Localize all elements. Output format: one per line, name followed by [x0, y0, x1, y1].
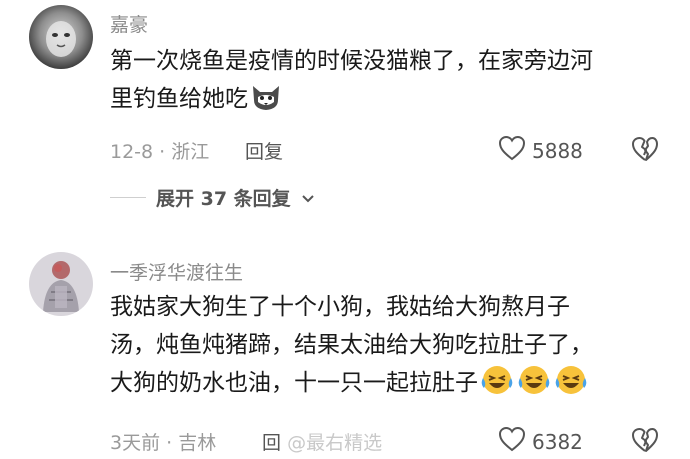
broken-heart-icon [632, 137, 658, 161]
username[interactable]: 嘉豪 [110, 10, 148, 37]
comment-2: 一季浮华渡往生 我姑家大狗生了十个小狗，我姑给大狗熬月子 汤，炖鱼炖猪蹄，结果太… [0, 230, 690, 459]
reply-button[interactable]: 回复 [245, 137, 283, 164]
watermark: @最右精选 [287, 432, 383, 454]
like-count: 5888 [532, 138, 583, 163]
comment-line: 汤，炖鱼炖猪蹄，结果太油给大狗吃拉肚子了， [110, 332, 593, 358]
comment-text: 我姑家大狗生了十个小狗，我姑给大狗熬月子 汤，炖鱼炖猪蹄，结果太油给大狗吃拉肚子… [110, 288, 593, 408]
reply-button[interactable]: 回 @最右精选 [262, 428, 382, 455]
like-count: 6382 [532, 429, 583, 454]
heart-outline-icon [498, 135, 526, 166]
comment-line-with-emoji: 里钓鱼给她吃 [110, 80, 593, 124]
laughing-crying-emoji [480, 364, 590, 408]
avatar[interactable] [29, 252, 93, 316]
time-location: 12-8 · 浙江 [110, 141, 210, 163]
divider-line [110, 197, 146, 198]
comment-line: 第一次烧鱼是疫情的时候没猫粮了，在家旁边河 [110, 48, 593, 74]
comment-line: 我姑家大狗生了十个小狗，我姑给大狗熬月子 [110, 294, 570, 320]
username[interactable]: 一季浮华渡往生 [110, 258, 243, 285]
cat-face-emoji [250, 82, 282, 124]
expand-replies-label: 展开 37 条回复 [156, 188, 291, 210]
comment-line: 大狗的奶水也油，十一只一起拉肚子 [110, 370, 478, 396]
chevron-down-icon [301, 187, 315, 209]
comment-line-with-emoji: 大狗的奶水也油，十一只一起拉肚子 [110, 364, 593, 408]
expand-replies-button[interactable]: 展开 37 条回复 [110, 184, 315, 211]
like-button[interactable]: 6382 [498, 426, 583, 457]
comment-line: 里钓鱼给她吃 [110, 86, 248, 112]
comment-1: 嘉豪 第一次烧鱼是疫情的时候没猫粮了，在家旁边河 里钓鱼给她吃 12-8 · 浙… [0, 0, 690, 230]
avatar[interactable] [29, 5, 93, 69]
reply-label: 回 [262, 432, 282, 454]
broken-heart-icon [632, 428, 658, 452]
dislike-button[interactable] [630, 426, 660, 458]
like-button[interactable]: 5888 [498, 135, 583, 166]
dislike-button[interactable] [630, 135, 660, 167]
heart-outline-icon [498, 426, 526, 457]
time-location: 3天前 · 吉林 [110, 432, 217, 454]
comment-text: 第一次烧鱼是疫情的时候没猫粮了，在家旁边河 里钓鱼给她吃 [110, 42, 593, 124]
